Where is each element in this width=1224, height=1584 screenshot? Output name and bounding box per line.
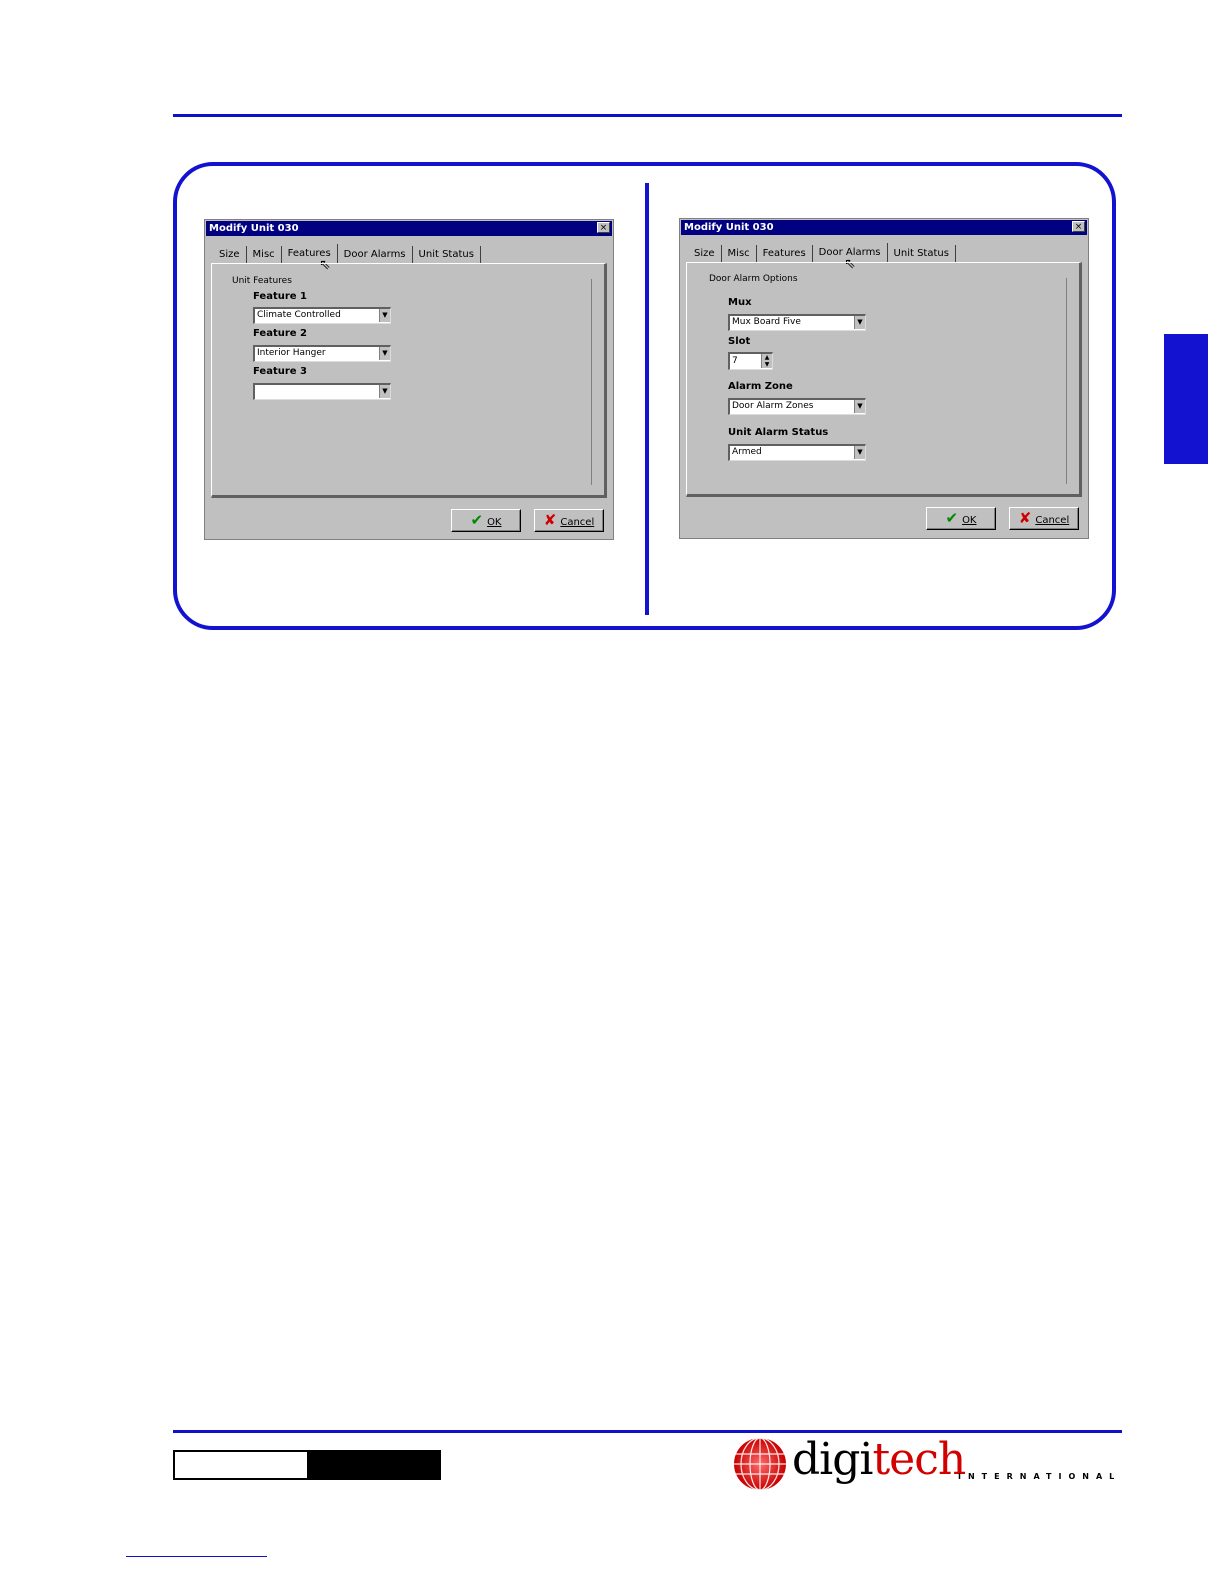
right-close-icon[interactable]: ×	[1072, 221, 1085, 232]
feature1-value: Climate Controlled	[257, 310, 341, 320]
logo-suffix: tech	[872, 1434, 966, 1485]
left-dialog-title: Modify Unit 030	[206, 221, 612, 236]
globe-logo-icon	[734, 1437, 786, 1491]
checkmark-icon: ✔	[470, 511, 484, 529]
feature3-label: Feature 3	[253, 366, 308, 377]
right-tab-strip: Size Misc Features Door Alarms Unit Stat…	[688, 243, 956, 263]
mux-label: Mux	[728, 297, 752, 308]
left-dialog: Modify Unit 030 × Size Misc Features Doo…	[204, 219, 614, 540]
chevron-down-icon[interactable]: ▼	[379, 385, 390, 398]
logo-wordmark: digitech	[792, 1434, 966, 1485]
left-tab-strip: Size Misc Features Door Alarms Unit Stat…	[213, 244, 481, 264]
alarm-zone-value: Door Alarm Zones	[732, 401, 814, 411]
feature2-value: Interior Hanger	[257, 348, 326, 358]
right-dialog-title: Modify Unit 030	[681, 220, 1087, 235]
cancel-button[interactable]: ✘ Cancel	[534, 509, 604, 532]
group-border	[1066, 278, 1067, 484]
tab-features[interactable]: Features	[757, 245, 813, 263]
section-tab-marker	[1164, 334, 1208, 464]
ok-button[interactable]: ✔ OK	[926, 507, 996, 530]
group-border	[591, 279, 592, 485]
footer-page-box	[173, 1450, 308, 1480]
right-tab-panel: Door Alarm Options Mux Mux Board Five ▼ …	[686, 262, 1082, 497]
left-tab-panel: Unit Features Feature 1 Climate Controll…	[211, 263, 607, 498]
alarm-zone-label: Alarm Zone	[728, 381, 793, 392]
cancel-x-icon: ✘	[543, 511, 557, 529]
unit-alarm-status-select[interactable]: Armed ▼	[728, 444, 866, 461]
cancel-label: Cancel	[1035, 515, 1070, 526]
checkmark-icon: ✔	[945, 509, 959, 527]
chevron-down-icon[interactable]: ▼	[854, 316, 865, 329]
tab-unit-status[interactable]: Unit Status	[413, 246, 481, 264]
slot-label: Slot	[728, 336, 751, 347]
alarm-zone-select[interactable]: Door Alarm Zones ▼	[728, 398, 866, 415]
cancel-label: Cancel	[560, 517, 595, 528]
tab-misc[interactable]: Misc	[247, 246, 282, 264]
frame-divider	[645, 183, 649, 615]
tab-door-alarms[interactable]: Door Alarms	[338, 246, 413, 264]
cancel-button[interactable]: ✘ Cancel	[1009, 507, 1079, 530]
header-rule	[173, 114, 1122, 117]
mux-value: Mux Board Five	[732, 317, 801, 327]
logo-prefix: digi	[792, 1434, 873, 1485]
tab-misc[interactable]: Misc	[722, 245, 757, 263]
chevron-down-icon[interactable]: ▼	[379, 347, 390, 360]
unit-alarm-status-label: Unit Alarm Status	[728, 427, 829, 438]
unit-alarm-status-value: Armed	[732, 447, 762, 457]
left-close-icon[interactable]: ×	[597, 222, 610, 233]
chevron-down-icon[interactable]: ▼	[379, 309, 390, 322]
footer-section-box	[307, 1450, 441, 1480]
bottom-link-underline	[126, 1556, 267, 1557]
feature3-select[interactable]: ▼	[253, 383, 391, 400]
feature2-select[interactable]: Interior Hanger ▼	[253, 345, 391, 362]
spinner-arrows-icon[interactable]: ▲ ▼	[761, 354, 772, 368]
door-alarm-options-group-title: Door Alarm Options	[709, 274, 798, 284]
feature1-select[interactable]: Climate Controlled ▼	[253, 307, 391, 324]
digitech-logo: digitech INTERNATIONAL	[730, 1432, 1122, 1496]
feature2-label: Feature 2	[253, 328, 308, 339]
slot-spinner[interactable]: 7 ▲ ▼	[728, 352, 773, 370]
right-dialog: Modify Unit 030 × Size Misc Features Doo…	[679, 218, 1089, 539]
unit-features-group-title: Unit Features	[232, 276, 292, 286]
chevron-down-icon[interactable]: ▼	[854, 446, 865, 459]
ok-button[interactable]: ✔ OK	[451, 509, 521, 532]
mux-select[interactable]: Mux Board Five ▼	[728, 314, 866, 331]
tab-size[interactable]: Size	[213, 246, 247, 264]
ok-label: OK	[487, 517, 502, 528]
cancel-x-icon: ✘	[1018, 509, 1032, 527]
slot-value: 7	[732, 356, 738, 366]
tab-size[interactable]: Size	[688, 245, 722, 263]
chevron-down-icon[interactable]: ▼	[854, 400, 865, 413]
ok-label: OK	[962, 515, 977, 526]
feature1-label: Feature 1	[253, 291, 308, 302]
tab-unit-status[interactable]: Unit Status	[888, 245, 956, 263]
logo-subtitle: INTERNATIONAL	[958, 1472, 1122, 1481]
